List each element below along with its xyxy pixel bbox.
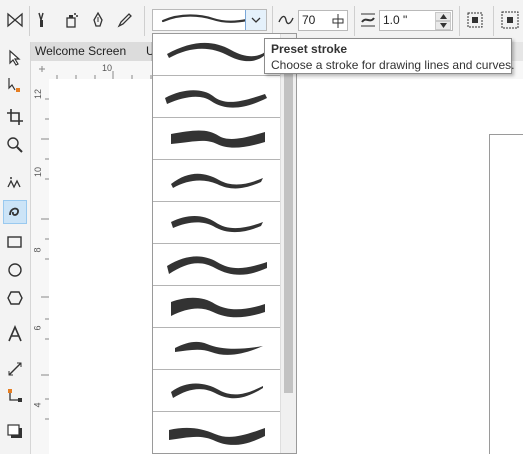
scrollbar-thumb[interactable] [284, 38, 293, 393]
sprayer-icon[interactable] [60, 9, 82, 31]
toolbox [0, 42, 31, 454]
stroke-option[interactable] [153, 160, 281, 202]
zoom-tool-icon[interactable] [3, 133, 27, 157]
parallel-dimension-tool-icon[interactable] [3, 357, 27, 381]
ellipse-tool-icon[interactable] [3, 258, 27, 282]
ruler-label: 10 [102, 63, 113, 73]
smoothing-field[interactable]: 70 [298, 10, 348, 31]
freehand-tool-icon[interactable] [3, 172, 27, 196]
vertical-ruler[interactable]: 12 10 8 6 4 [31, 79, 50, 454]
tooltip-title: Preset stroke [271, 42, 348, 56]
dropdown-scrollbar[interactable] [280, 34, 296, 453]
stroke-width-field[interactable]: 1.0 " [379, 10, 453, 31]
smoothing-value: 70 [302, 13, 316, 27]
ruler-label: 12 [33, 88, 44, 100]
ruler-label: 10 [33, 166, 44, 178]
tooltip-description: Choose a stroke for drawing lines and cu… [271, 58, 515, 72]
ruler-ticks [41, 98, 49, 420]
ruler-label: 6 [32, 325, 43, 331]
selected-stroke-preview [161, 14, 249, 23]
stroke-option[interactable] [153, 328, 281, 370]
stroke-option[interactable] [153, 412, 281, 453]
crop-tool-icon[interactable] [3, 105, 27, 129]
align-icon[interactable] [499, 9, 521, 31]
ruler-label: 4 [32, 402, 43, 408]
polygon-tool-icon[interactable] [3, 286, 27, 310]
brush-icon[interactable] [31, 9, 53, 31]
stroke-option[interactable] [153, 118, 281, 160]
artistic-media-tool-icon[interactable] [3, 200, 27, 224]
spin-up-icon[interactable] [435, 12, 451, 21]
stroke-width-value: 1.0 " [383, 13, 408, 27]
page-border [489, 134, 523, 454]
text-tool-icon[interactable] [3, 322, 27, 346]
drop-shadow-tool-icon[interactable] [3, 420, 27, 444]
ruler-label: 8 [32, 247, 43, 253]
freehand-mode-icon[interactable] [4, 9, 26, 31]
chevron-down-icon[interactable] [245, 10, 266, 30]
calligraphic-icon[interactable] [87, 9, 109, 31]
stroke-option[interactable] [153, 76, 281, 118]
tab-welcome-screen[interactable]: Welcome Screen [31, 42, 152, 61]
stroke-width-icon [357, 9, 379, 31]
stroke-option[interactable] [153, 202, 281, 244]
stroke-option[interactable] [153, 244, 281, 286]
preset-stroke-dropdown[interactable] [152, 33, 297, 454]
pick-tool-icon[interactable] [3, 46, 27, 70]
expression-icon[interactable] [114, 9, 136, 31]
stroke-option[interactable] [153, 34, 281, 76]
tab-label: Welcome Screen [35, 44, 127, 58]
smoothing-icon [275, 9, 297, 31]
rectangle-tool-icon[interactable] [3, 230, 27, 254]
stroke-option[interactable] [153, 370, 281, 412]
edit-fill-icon[interactable] [464, 9, 486, 31]
stroke-option[interactable] [153, 286, 281, 328]
spin-down-icon[interactable] [435, 21, 451, 30]
connector-tool-icon[interactable] [3, 384, 27, 408]
shape-tool-icon[interactable] [3, 73, 27, 97]
slider-icon[interactable] [332, 14, 344, 28]
tooltip: Preset stroke Choose a stroke for drawin… [264, 38, 515, 74]
preset-stroke-select[interactable] [152, 9, 267, 31]
